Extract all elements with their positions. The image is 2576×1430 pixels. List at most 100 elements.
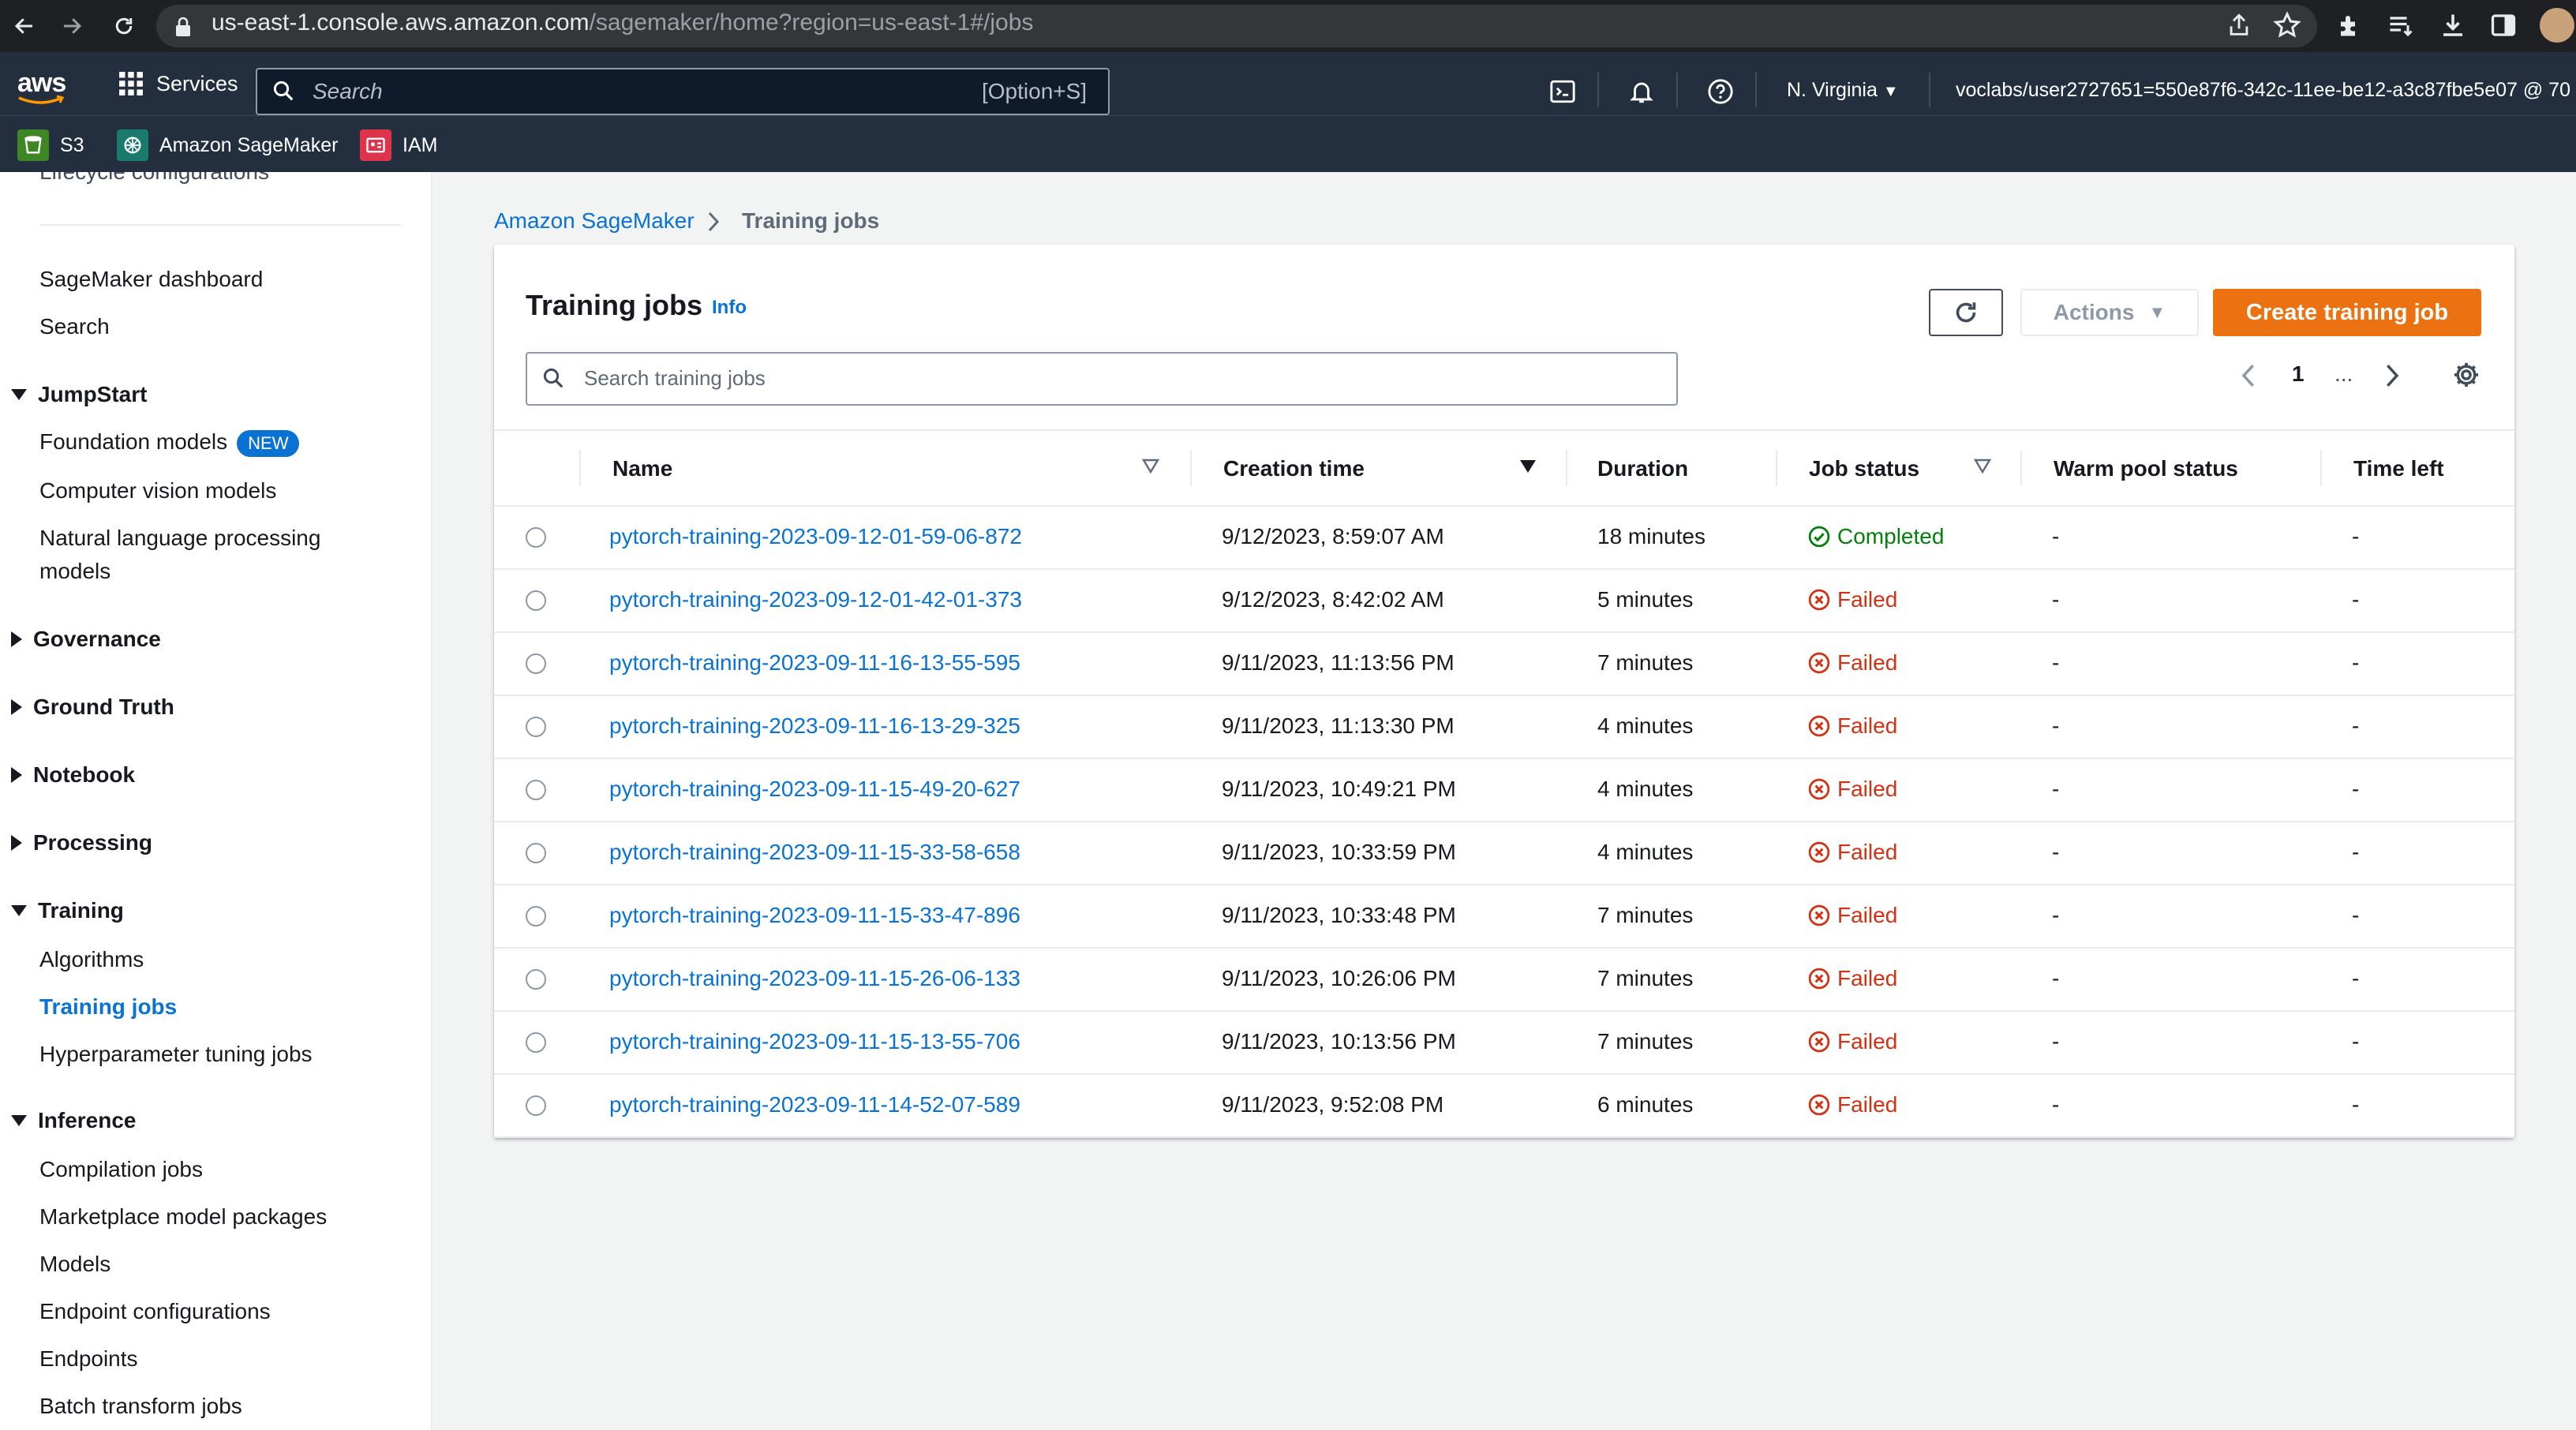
sidebar-item-models[interactable]: Models	[39, 1252, 110, 1277]
share-icon[interactable]	[2226, 11, 2252, 43]
region-selector[interactable]: N. Virginia ▼	[1787, 79, 1899, 102]
sidebar-section-inference[interactable]: Inference	[11, 1108, 137, 1133]
caret-right-icon	[11, 767, 22, 783]
favorite-s3[interactable]: S3	[17, 129, 84, 161]
sidebar-item-endpoint-configs[interactable]: Endpoint configurations	[39, 1299, 271, 1324]
column-header-job-status[interactable]: Job status	[1809, 456, 1919, 481]
sidebar-item-compilation-jobs[interactable]: Compilation jobs	[39, 1157, 203, 1182]
table-row[interactable]: pytorch-training-2023-09-11-15-49-20-627…	[494, 759, 2514, 822]
row-select-radio[interactable]	[526, 1032, 546, 1053]
table-row[interactable]: pytorch-training-2023-09-11-15-26-06-133…	[494, 949, 2514, 1012]
account-menu[interactable]: voclabs/user2727651=550e87f6-342c-11ee-b…	[1956, 79, 2570, 102]
table-row[interactable]: pytorch-training-2023-09-11-15-33-47-896…	[494, 885, 2514, 949]
chevron-right-icon[interactable]	[2380, 361, 2402, 394]
job-status: Failed	[1807, 777, 1897, 802]
actions-dropdown[interactable]: Actions ▼	[2020, 289, 2199, 336]
download-icon[interactable]	[2439, 11, 2467, 43]
job-name-link[interactable]: pytorch-training-2023-09-12-01-59-06-872	[609, 524, 1022, 549]
reading-list-icon[interactable]	[2387, 11, 2415, 43]
sidebar-item-nlp[interactable]: Natural language processing models	[39, 526, 320, 584]
row-select-radio[interactable]	[526, 590, 546, 611]
job-name-link[interactable]: pytorch-training-2023-09-11-15-33-47-896	[609, 903, 1020, 928]
sort-icon[interactable]	[1973, 458, 1992, 479]
refresh-button[interactable]	[1929, 289, 2003, 336]
job-name-link[interactable]: pytorch-training-2023-09-11-16-13-55-595	[609, 650, 1020, 676]
row-select-radio[interactable]	[526, 969, 546, 990]
sidebar-section-governance[interactable]: Governance	[11, 627, 161, 652]
duration: 5 minutes	[1597, 587, 1694, 612]
job-name-link[interactable]: pytorch-training-2023-09-11-15-49-20-627	[609, 777, 1020, 802]
job-status-label: Failed	[1837, 840, 1898, 864]
column-header-duration[interactable]: Duration	[1597, 456, 1688, 481]
chevron-left-icon[interactable]	[2238, 361, 2260, 394]
sidebar-item-marketplace[interactable]: Marketplace model packages	[39, 1204, 327, 1230]
bell-icon[interactable]	[1627, 77, 1656, 106]
job-name-link[interactable]: pytorch-training-2023-09-11-14-52-07-589	[609, 1092, 1020, 1117]
sort-icon[interactable]	[1141, 458, 1160, 479]
row-select-radio[interactable]	[526, 906, 546, 927]
sidebar-section-processing[interactable]: Processing	[11, 830, 152, 855]
job-name-link[interactable]: pytorch-training-2023-09-11-16-13-29-325	[609, 713, 1020, 739]
sidebar-item-search[interactable]: Search	[39, 314, 110, 339]
creation-time: 9/11/2023, 9:52:08 PM	[1222, 1092, 1444, 1117]
sidebar-section-notebook[interactable]: Notebook	[11, 762, 135, 788]
job-status-label: Failed	[1837, 713, 1898, 738]
job-name-link[interactable]: pytorch-training-2023-09-11-15-26-06-133	[609, 966, 1020, 991]
sidebar-item-computer-vision[interactable]: Computer vision models	[39, 478, 276, 503]
table-row[interactable]: pytorch-training-2023-09-12-01-42-01-373…	[494, 570, 2514, 633]
create-training-job-button[interactable]: Create training job	[2213, 289, 2481, 336]
breadcrumb-sagemaker[interactable]: Amazon SageMaker	[494, 208, 695, 234]
job-name-link[interactable]: pytorch-training-2023-09-11-15-33-58-658	[609, 840, 1020, 865]
sidebar-item-batch-transform[interactable]: Batch transform jobs	[39, 1394, 242, 1419]
row-select-radio[interactable]	[526, 527, 546, 548]
row-select-radio[interactable]	[526, 1095, 546, 1116]
column-header-name[interactable]: Name	[612, 456, 672, 481]
sidebar-item-algorithms[interactable]: Algorithms	[39, 947, 144, 972]
table-row[interactable]: pytorch-training-2023-09-11-15-33-58-658…	[494, 822, 2514, 885]
job-name-link[interactable]: pytorch-training-2023-09-12-01-42-01-373	[609, 587, 1022, 612]
profile-avatar[interactable]	[2540, 8, 2574, 43]
table-row[interactable]: pytorch-training-2023-09-11-15-13-55-706…	[494, 1012, 2514, 1075]
sidepanel-icon[interactable]	[2489, 11, 2518, 43]
cloudshell-icon[interactable]	[1548, 77, 1577, 106]
info-link[interactable]: Info	[712, 297, 747, 319]
aws-logo[interactable]: aws	[17, 68, 66, 104]
time-left: -	[2352, 840, 2360, 864]
table-row[interactable]: pytorch-training-2023-09-12-01-59-06-872…	[494, 507, 2514, 570]
forward-icon[interactable]	[54, 8, 90, 44]
back-icon[interactable]	[6, 8, 43, 44]
sidebar-item-endpoints[interactable]: Endpoints	[39, 1346, 138, 1372]
sidebar-section-ground-truth[interactable]: Ground Truth	[11, 694, 174, 720]
extensions-icon[interactable]	[2336, 11, 2364, 43]
gear-icon[interactable]	[2451, 360, 2481, 394]
table-row[interactable]: pytorch-training-2023-09-11-14-52-07-589…	[494, 1075, 2514, 1138]
favorite-iam[interactable]: IAM	[360, 129, 437, 161]
column-separator	[579, 450, 581, 486]
sidebar-item-training-jobs[interactable]: Training jobs	[39, 994, 177, 1020]
sidebar-section-jumpstart[interactable]: JumpStart	[11, 382, 147, 407]
help-icon[interactable]	[1706, 77, 1735, 106]
sidebar-item-foundation-models[interactable]: Foundation models NEW	[39, 429, 300, 457]
column-header-time-left[interactable]: Time left	[2353, 456, 2444, 481]
reload-icon[interactable]	[106, 8, 142, 44]
sidebar-section-training[interactable]: Training	[11, 898, 124, 923]
page-number[interactable]: 1	[2292, 361, 2305, 387]
column-header-creation-time[interactable]: Creation time	[1223, 456, 1365, 481]
sidebar-item-hyperparameter[interactable]: Hyperparameter tuning jobs	[39, 1042, 313, 1067]
search-placeholder: Search training jobs	[584, 366, 766, 390]
sidebar-item-lifecycle[interactable]: Lifecycle configurations	[39, 172, 269, 185]
error-circle-icon	[1808, 778, 1830, 800]
row-select-radio[interactable]	[526, 780, 546, 800]
sidebar-item-dashboard[interactable]: SageMaker dashboard	[39, 267, 263, 292]
favorite-sagemaker[interactable]: Amazon SageMaker	[117, 129, 339, 161]
row-select-radio[interactable]	[526, 717, 546, 737]
row-select-radio[interactable]	[526, 653, 546, 674]
column-header-warm-pool[interactable]: Warm pool status	[2054, 456, 2238, 481]
row-select-radio[interactable]	[526, 843, 546, 863]
sort-desc-icon[interactable]	[1518, 458, 1537, 479]
bookmark-star-icon[interactable]	[2273, 11, 2301, 43]
table-row[interactable]: pytorch-training-2023-09-11-16-13-55-595…	[494, 633, 2514, 696]
table-row[interactable]: pytorch-training-2023-09-11-16-13-29-325…	[494, 696, 2514, 759]
job-name-link[interactable]: pytorch-training-2023-09-11-15-13-55-706	[609, 1029, 1020, 1054]
services-menu[interactable]: Services	[118, 71, 238, 96]
